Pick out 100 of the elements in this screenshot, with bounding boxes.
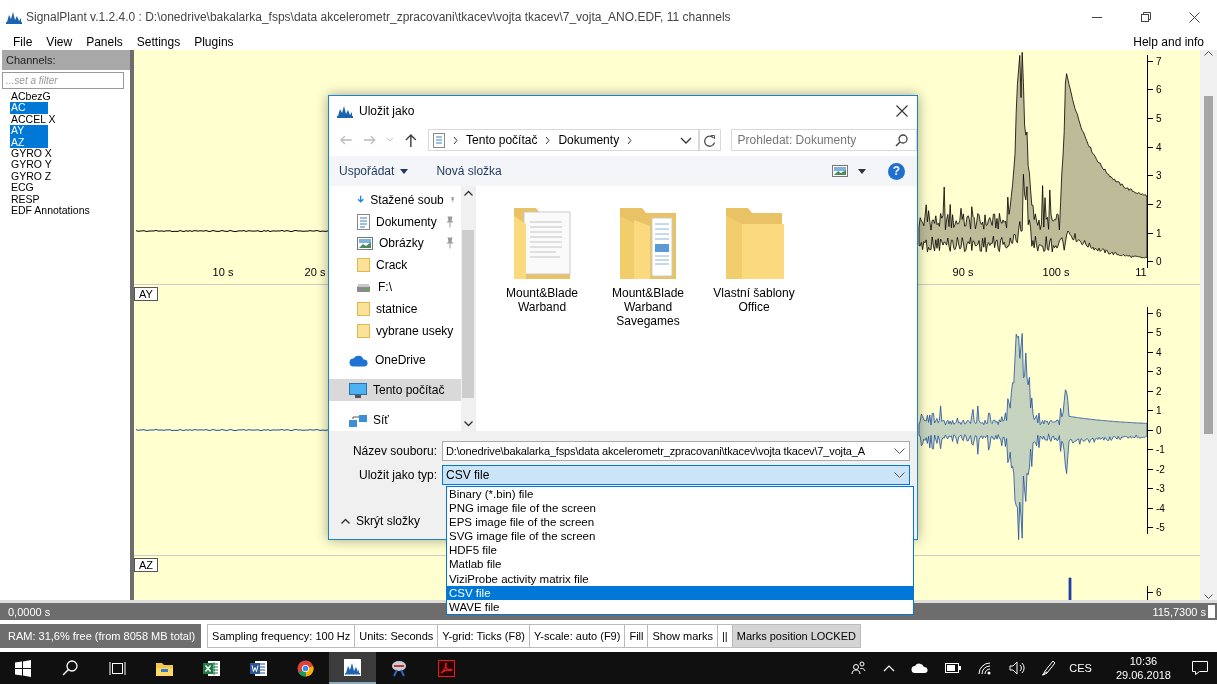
- refresh-button[interactable]: [698, 129, 721, 151]
- nav-item[interactable]: Stažené soub: [329, 189, 461, 211]
- folder-icon: [357, 300, 370, 317]
- spreadsheet-icon[interactable]: [203, 659, 220, 677]
- channel-item[interactable]: RESP: [10, 193, 48, 206]
- breadcrumb-item[interactable]: Dokumenty: [558, 133, 620, 147]
- filename-field[interactable]: D:\onedrive\bakalarka_fsps\data akcelerometr_zpracovani\tkacev\vojta tkacev\7_vojta_A: [442, 441, 910, 461]
- close-icon[interactable]: [896, 105, 908, 117]
- menu-item[interactable]: Plugins: [187, 35, 241, 49]
- caret-icon[interactable]: [858, 168, 866, 174]
- taskbar-button[interactable]: [329, 652, 376, 684]
- scroll-handle[interactable]: [1208, 605, 1215, 618]
- status-toggle[interactable]: ||: [718, 624, 733, 648]
- status-toggle[interactable]: Y-scale: auto (F9): [530, 624, 626, 648]
- cloud-icon[interactable]: [911, 662, 930, 674]
- address-bar[interactable]: Tento počítač Dokumenty: [428, 129, 699, 151]
- dropdown-option[interactable]: PNG image file of the screen: [447, 501, 913, 516]
- status-toggle[interactable]: Units: Seconds: [355, 624, 439, 648]
- dropdown-option[interactable]: EPS image file of the screen: [447, 515, 913, 530]
- status-toggle[interactable]: Fill: [625, 624, 649, 648]
- status-toggle[interactable]: Y-grid: Ticks (F8): [438, 624, 530, 648]
- dropdown-option[interactable]: WAVE file: [447, 599, 913, 614]
- dropdown-option[interactable]: Binary (*.bin) file: [447, 487, 913, 502]
- new-folder-button[interactable]: Nová složka: [436, 164, 502, 178]
- view-icon[interactable]: [832, 165, 848, 177]
- folder-name[interactable]: Mount&Blade Warband: [498, 286, 586, 314]
- document-icon[interactable]: [250, 659, 267, 677]
- hide-folders-button[interactable]: Skrýt složky: [341, 514, 420, 528]
- nav-item[interactable]: Dokumenty: [329, 210, 461, 233]
- browser-icon[interactable]: [297, 659, 314, 677]
- cloud-icon: [349, 353, 369, 367]
- menu-item[interactable]: File: [6, 35, 40, 49]
- dropdown-caret-icon: [894, 448, 905, 454]
- panel-header: Channels:: [2, 50, 130, 70]
- dropdown-option[interactable]: ViziProbe activity matrix file: [447, 571, 913, 586]
- channel-item[interactable]: GYRO X: [10, 148, 53, 160]
- nav-item[interactable]: vybrane useky: [329, 319, 461, 342]
- clock-time[interactable]: 10:36: [1129, 654, 1158, 668]
- menu-item[interactable]: View: [39, 35, 80, 49]
- start-button[interactable]: [15, 659, 32, 677]
- nav-item[interactable]: Obrázky: [329, 232, 461, 255]
- battery-icon[interactable]: [945, 663, 962, 673]
- status-toggle[interactable]: Sampling frequency: 100 Hz: [207, 624, 356, 648]
- time-label: 115,7300 s: [1152, 605, 1206, 618]
- axis-tick-label: 4: [1156, 346, 1162, 358]
- search-icon[interactable]: [62, 659, 79, 677]
- folder-icon: [357, 257, 370, 274]
- lock-status[interactable]: Marks position LOCKED: [732, 624, 861, 648]
- file-type-dropdown[interactable]: CSV file: [442, 465, 910, 485]
- channel-item[interactable]: ACCEL X: [10, 113, 57, 126]
- axis-tick-label: -3: [1156, 483, 1165, 495]
- channel-item[interactable]: ECG: [10, 182, 48, 194]
- channel-item[interactable]: EDF Annotations: [10, 205, 91, 217]
- nav-item[interactable]: statnice: [329, 298, 461, 320]
- folder-name[interactable]: Mount&Blade Warband Savegames: [604, 286, 692, 328]
- scroll-down-icon: [1204, 594, 1213, 600]
- folder-name[interactable]: Vlastní šablony Office: [710, 286, 798, 314]
- pen-icon[interactable]: [1041, 660, 1056, 676]
- dialog-title: Uložit jako: [359, 104, 416, 118]
- nav-scrollbar[interactable]: [461, 186, 475, 431]
- dropdown-option[interactable]: CSV file: [447, 585, 913, 600]
- language-indicator[interactable]: CES: [1069, 662, 1092, 674]
- nav-item[interactable]: Tento počítač: [329, 379, 461, 402]
- people-icon[interactable]: [851, 661, 868, 675]
- search-field[interactable]: Prohledat: Dokumenty: [730, 129, 917, 151]
- filter-field[interactable]: ...set a filter: [2, 72, 124, 89]
- picture-icon: [357, 237, 373, 250]
- channel-item[interactable]: GYRO Y: [10, 159, 53, 171]
- channel-item[interactable]: AC: [10, 102, 48, 114]
- nav-item[interactable]: F:\: [329, 276, 461, 298]
- dropdown-caret-icon[interactable]: [679, 136, 692, 144]
- task-view-icon[interactable]: [109, 659, 126, 677]
- up-arrow-icon[interactable]: [404, 132, 419, 148]
- help-button[interactable]: ?: [888, 162, 905, 180]
- signal-app-icon[interactable]: [344, 658, 361, 676]
- nav-item[interactable]: Síť: [329, 409, 461, 431]
- breadcrumb-item[interactable]: Tento počítač: [466, 133, 538, 147]
- dropdown-option[interactable]: Matlab file: [447, 557, 913, 572]
- dropdown-option[interactable]: HDF5 file: [447, 543, 913, 558]
- organize-menu-button[interactable]: Uspořádat: [339, 164, 409, 178]
- pdf-icon[interactable]: [438, 659, 455, 677]
- channel-item[interactable]: GYRO Z: [10, 170, 53, 183]
- menu-item[interactable]: Help and info: [1126, 35, 1211, 49]
- search-icon: [895, 133, 908, 147]
- axis-tick-label: 6: [1156, 307, 1162, 319]
- nav-item[interactable]: OneDrive: [329, 349, 461, 372]
- notification-icon[interactable]: [1191, 660, 1209, 676]
- channel-item[interactable]: AY: [10, 125, 48, 137]
- speaker-icon[interactable]: [1009, 661, 1026, 675]
- menu-item[interactable]: Panels: [79, 35, 130, 49]
- status-toggle[interactable]: Show marks: [648, 624, 718, 648]
- vertical-scrollbar[interactable]: [1200, 50, 1217, 600]
- clock-date[interactable]: 29.06.2018: [1115, 668, 1171, 682]
- app-icon[interactable]: [391, 659, 408, 677]
- nav-item[interactable]: Crack: [329, 254, 461, 277]
- menu-item[interactable]: Settings: [129, 35, 188, 49]
- axis-tick-label: 6: [1156, 84, 1162, 96]
- dropdown-option[interactable]: SVG image file of the screen: [447, 529, 913, 544]
- chevron-up-icon[interactable]: [883, 664, 896, 672]
- channel-item[interactable]: ACbezG: [10, 91, 52, 103]
